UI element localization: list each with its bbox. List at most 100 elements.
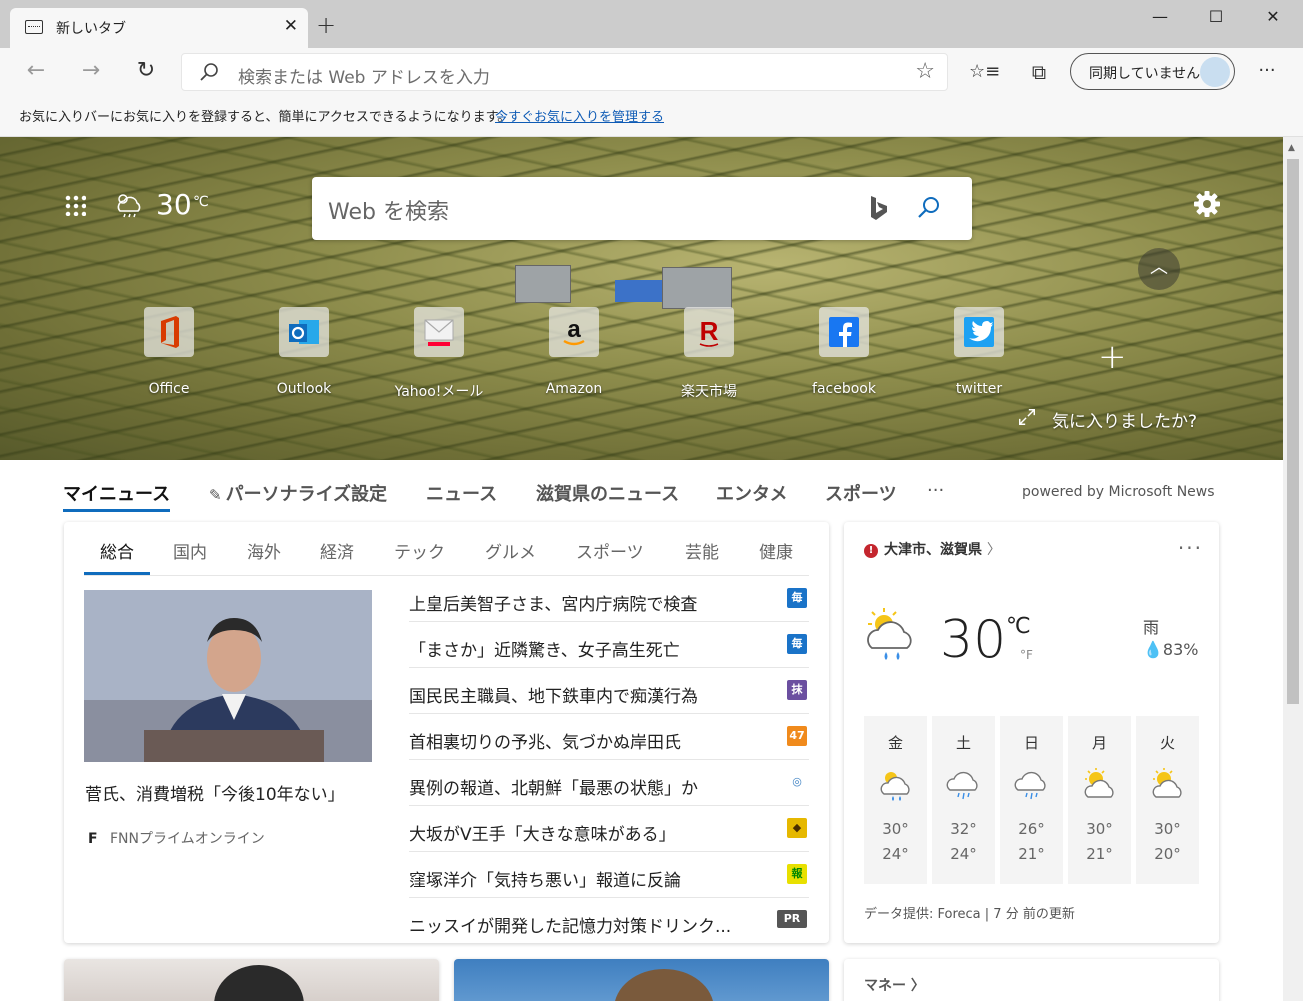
headline-item[interactable]: ニッスイが開発した記憶力対策ドリンク... PR	[409, 898, 809, 944]
forecast-day[interactable]: 日 26° 21°	[1000, 716, 1063, 884]
location-name: 大津市、滋賀県	[884, 542, 982, 558]
forecast-day-name: 日	[1023, 734, 1039, 752]
headline-item[interactable]: 首相裏切りの予兆、気づかぬ岸田氏 47	[409, 714, 809, 760]
nav-shiga-news[interactable]: 滋賀県のニュース	[536, 480, 679, 506]
powered-by-text: powered by Microsoft News	[1022, 484, 1215, 500]
forecast-day[interactable]: 月 30° 21°	[1068, 716, 1131, 884]
add-quick-link-button[interactable]: +	[1098, 337, 1127, 377]
money-card-title[interactable]: マネー 〉	[864, 975, 925, 995]
weather-more-button[interactable]: ···	[1178, 536, 1203, 560]
forecast-day-name: 月	[1091, 734, 1107, 752]
tab-new-tab[interactable]: 新しいタブ ✕	[10, 8, 308, 48]
manage-favorites-link[interactable]: 今すぐお気に入りを管理する	[495, 106, 664, 125]
new-tab-page-icon	[25, 20, 43, 34]
nav-sports[interactable]: スポーツ	[825, 480, 897, 506]
refresh-button[interactable]: ↻	[131, 58, 161, 83]
feature-article-title[interactable]: 菅氏、消費増税「今後10年ない」	[85, 780, 345, 805]
scrollbar-thumb[interactable]	[1287, 159, 1299, 704]
quick-link-facebook[interactable]: facebook	[784, 307, 904, 397]
source-badge-icon: 抹	[787, 680, 807, 700]
forecast-high: 30°	[1086, 820, 1113, 838]
close-tab-button[interactable]: ✕	[284, 16, 298, 36]
forecast-low: 21°	[1018, 845, 1045, 863]
settings-more-button[interactable]: ···	[1252, 60, 1282, 81]
scroll-up-arrow-icon[interactable]: ▲	[1288, 143, 1295, 153]
subtab-gourmet[interactable]: グルメ	[485, 538, 536, 563]
forecast-high: 30°	[882, 820, 909, 838]
forward-button[interactable]: →	[76, 58, 106, 83]
quick-link-label: twitter	[955, 381, 1003, 397]
forecast-high: 30°	[1154, 820, 1181, 838]
forecast-day[interactable]: 金 30° 24°	[864, 716, 927, 884]
feedback-link[interactable]: 気に入りましたか?	[1016, 407, 1197, 432]
address-bar[interactable]: 検索または Web アドレスを入力 ☆	[181, 53, 948, 91]
forecast-day[interactable]: 火 30° 20°	[1136, 716, 1199, 884]
new-tab-button[interactable]: +	[316, 11, 336, 39]
apps-launcher-icon[interactable]	[64, 194, 86, 216]
search-icon[interactable]	[914, 193, 944, 223]
headline-item[interactable]: 窪塚洋介「気持ち悪い」報道に反論 報	[409, 852, 809, 898]
nav-news[interactable]: ニュース	[426, 480, 497, 506]
rain-cloud-icon	[946, 771, 978, 800]
news-card-bottom-2[interactable]	[454, 959, 829, 1001]
source-badge-icon: PR	[777, 910, 807, 928]
back-button[interactable]: ←	[21, 58, 51, 83]
maximize-button[interactable]: ☐	[1193, 4, 1239, 34]
quick-link-rakuten[interactable]: R 楽天市場	[649, 307, 769, 401]
web-search-box[interactable]: Web を検索	[312, 177, 972, 240]
money-card[interactable]: マネー 〉	[844, 959, 1219, 1001]
source-badge-icon: 報	[787, 864, 807, 884]
subtab-domestic[interactable]: 国内	[173, 538, 207, 563]
raindrop-icon: 💧	[1143, 640, 1163, 659]
headline-text: 上皇后美智子さま、宮内庁病院で検査	[409, 595, 698, 615]
headline-item[interactable]: 国民民主職員、地下鉄車内で痴漢行為 抹	[409, 668, 809, 714]
subtab-general[interactable]: 総合	[100, 538, 134, 563]
source-name: FNNプライムオンライン	[110, 831, 265, 847]
quick-link-outlook[interactable]: Outlook	[244, 307, 364, 397]
quick-link-twitter[interactable]: twitter	[919, 307, 1039, 397]
quick-link-amazon[interactable]: a Amazon	[514, 307, 634, 397]
headline-item[interactable]: 異例の報道、北朝鮮「最悪の状態」か ◎	[409, 760, 809, 806]
quick-link-office[interactable]: Office	[109, 307, 229, 397]
subtab-tech[interactable]: テック	[394, 538, 445, 563]
headline-item[interactable]: 大坂がV王手「大きな意味がある」 ◆	[409, 806, 809, 852]
page-scrollbar[interactable]: ▲	[1283, 137, 1303, 1001]
add-favorite-star-icon[interactable]: ☆	[915, 59, 935, 84]
feature-article-image[interactable]	[84, 590, 372, 762]
quick-link-yahoo-mail[interactable]: Yahoo!メール	[379, 307, 499, 401]
headline-item[interactable]: 上皇后美智子さま、宮内庁病院で検査 毎	[409, 576, 809, 622]
fahrenheit-toggle[interactable]: °F	[1020, 648, 1033, 662]
minimize-button[interactable]: —	[1137, 4, 1183, 34]
quick-link-label: facebook	[812, 381, 876, 397]
pencil-icon: ✎	[209, 486, 222, 504]
forecast-day[interactable]: 土 32° 24°	[932, 716, 995, 884]
weather-data-source: データ提供: Foreca | 7 分 前の更新	[864, 907, 1075, 922]
news-card-bottom-1[interactable]	[64, 959, 439, 1001]
close-window-button[interactable]: ✕	[1250, 4, 1296, 34]
partly-cloudy-icon	[1152, 768, 1182, 798]
profile-sync-button[interactable]: 同期していません	[1070, 53, 1235, 90]
nav-entertainment[interactable]: エンタメ	[716, 480, 787, 506]
weather-location[interactable]: ! 大津市、滋賀県 〉	[864, 539, 1001, 559]
celsius-toggle[interactable]: ℃	[1006, 614, 1031, 639]
nav-more-button[interactable]: ···	[927, 480, 944, 501]
favorites-list-icon[interactable]: ☆≡	[969, 61, 1000, 82]
headline-text: 窪塚洋介「気持ち悪い」報道に反論	[409, 871, 681, 891]
nav-my-news[interactable]: マイニュース	[63, 480, 171, 512]
collapse-chevron-up-icon[interactable]: ︿	[1138, 248, 1180, 290]
subtab-sports[interactable]: スポーツ	[576, 538, 644, 563]
subtab-health[interactable]: 健康	[759, 538, 793, 563]
news-card: 総合 国内 海外 経済 テック グルメ スポーツ 芸能 健康 菅氏、消費増税「今…	[64, 522, 829, 943]
collections-icon[interactable]: ⧉	[1024, 60, 1054, 84]
gear-icon[interactable]	[1191, 188, 1223, 220]
hero-temperature: 30	[156, 188, 192, 221]
headline-text: 大坂がV王手「大きな意味がある」	[409, 825, 676, 845]
rain-cloud-icon	[1014, 771, 1046, 800]
headline-item[interactable]: 「まさか」近隣驚き、女子高生死亡 毎	[409, 622, 809, 668]
nav-personalize[interactable]: ✎ パーソナライズ設定	[209, 480, 387, 506]
source-badge-icon: 毎	[787, 634, 807, 654]
subtab-world[interactable]: 海外	[247, 538, 281, 563]
headline-text: 国民民主職員、地下鉄車内で痴漢行為	[409, 687, 698, 707]
subtab-entertainment[interactable]: 芸能	[685, 538, 719, 563]
subtab-economy[interactable]: 経済	[320, 538, 354, 563]
